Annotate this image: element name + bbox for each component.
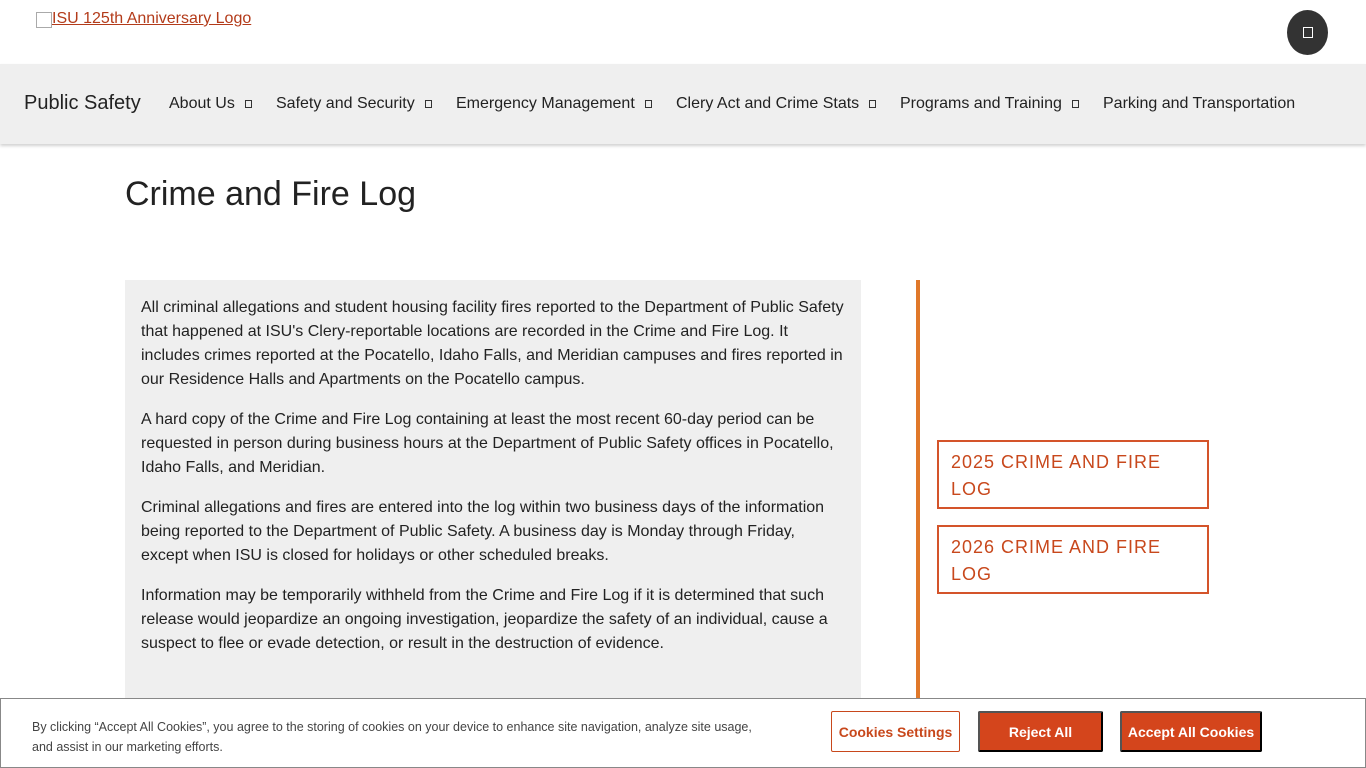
chevron-down-icon[interactable] [1071,100,1079,108]
nav-item-label: Clery Act and Crime Stats [676,95,860,112]
nav-item-label: Programs and Training [900,95,1062,112]
nav-item-label: Parking and Transportation [1103,95,1296,112]
search-toggle-button[interactable] [1287,10,1328,55]
chevron-down-icon[interactable] [869,100,877,108]
nav-item-emergency-management[interactable]: Emergency Management [456,95,652,113]
nav-item-parking-and-transportation[interactable]: Parking and Transportation [1103,95,1295,113]
nav-item-label: Emergency Management [456,95,635,112]
nav-item-label: About Us [169,95,235,112]
reject-all-button[interactable]: Reject All [978,711,1103,752]
chevron-down-icon[interactable] [424,100,432,108]
accept-all-cookies-button[interactable]: Accept All Cookies [1120,711,1262,752]
top-bar: ISU 125th Anniversary Logo [0,0,1366,64]
site-logo-link[interactable]: ISU 125th Anniversary Logo [36,10,251,28]
body-paragraph: A hard copy of the Crime and Fire Log co… [141,411,834,476]
body-paragraph: Criminal allegations and fires are enter… [141,499,825,564]
chevron-down-icon[interactable] [244,100,252,108]
sidebar-divider [916,280,920,710]
nav-item-programs-and-training[interactable]: Programs and Training [900,95,1079,113]
broken-image-icon [36,12,52,28]
body-paragraph: All criminal allegations and student hou… [141,299,844,388]
content-panel: All criminal allegations and student hou… [125,280,861,710]
search-icon [1302,27,1313,38]
nav-item-label: Safety and Security [276,95,415,112]
nav-item-safety-and-security[interactable]: Safety and Security [276,95,432,113]
site-brand-link[interactable]: Public Safety [24,92,141,115]
main-navigation: Public Safety About Us Safety and Securi… [0,64,1366,144]
body-paragraph: Information may be temporarily withheld … [141,587,828,652]
crime-fire-log-2025-button[interactable]: 2025 Crime and Fire Log [937,440,1209,509]
nav-item-clery-act[interactable]: Clery Act and Crime Stats [676,95,877,113]
nav-item-about-us[interactable]: About Us [169,95,252,113]
page-title: Crime and Fire Log [125,175,417,213]
crime-fire-log-2026-button[interactable]: 2026 Crime and Fire Log [937,525,1209,594]
cookie-consent-banner: By clicking “Accept All Cookies”, you ag… [0,698,1366,768]
cookies-settings-button[interactable]: Cookies Settings [831,711,960,752]
logo-alt-text: ISU 125th Anniversary Logo [52,10,252,27]
cookie-notice-text: By clicking “Accept All Cookies”, you ag… [32,720,752,754]
chevron-down-icon[interactable] [644,100,652,108]
